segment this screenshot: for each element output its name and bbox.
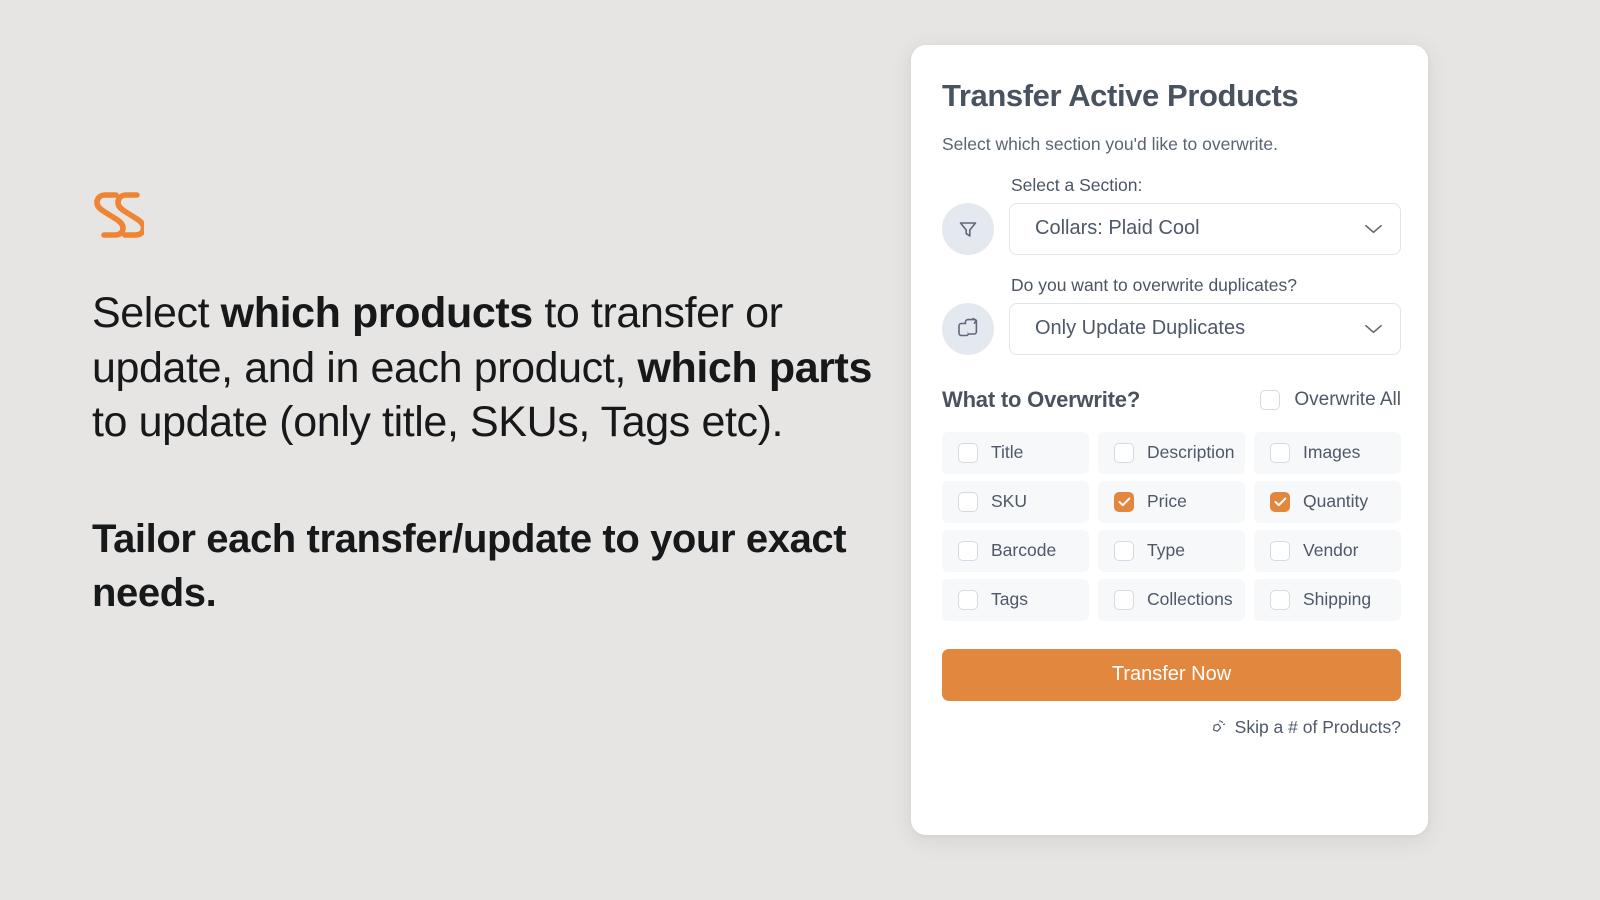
section-field-block: Select a Section: Collars: Plaid Cool [942, 175, 1401, 255]
overwrite-option-cell[interactable]: Type [1098, 529, 1245, 572]
skip-products-link[interactable]: Skip a # of Products? [942, 717, 1401, 738]
double-s-logo-icon [94, 192, 144, 238]
overwrite-options-grid: Title Description Images SKU Price Quantity Ba… [942, 431, 1401, 621]
marketing-headline: Select which products to transfer or upd… [92, 286, 882, 450]
check-icon [1274, 497, 1286, 506]
marketing-panel: Select which products to transfer or upd… [92, 190, 882, 620]
overwrite-option-checkbox[interactable] [1114, 491, 1134, 512]
overwrite-option-checkbox[interactable] [1270, 442, 1290, 463]
section-select[interactable]: Collars: Plaid Cool [1009, 202, 1401, 255]
marketing-subline: Tailor each transfer/update to your exac… [92, 516, 847, 615]
funnel-filter-icon [942, 202, 994, 255]
duplicates-field-block: Do you want to overwrite duplicates? Onl… [942, 275, 1401, 355]
overwrite-option-label: Images [1303, 442, 1361, 463]
duplicates-field-label: Do you want to overwrite duplicates? [1011, 274, 1297, 295]
headline-bold-1: which products [220, 289, 534, 337]
overwrite-option-cell[interactable]: Description [1098, 431, 1245, 474]
sparkle-star-icon [1212, 719, 1225, 732]
overwrite-option-checkbox[interactable] [1270, 589, 1290, 610]
overwrite-option-cell[interactable]: Title [942, 431, 1089, 474]
overwrite-option-label: Tags [991, 589, 1028, 610]
headline-bold-2: which parts [637, 343, 872, 392]
overwrite-option-label: Barcode [991, 540, 1057, 561]
overwrite-option-cell[interactable]: Images [1254, 431, 1401, 474]
overwrite-option-label: Vendor [1303, 540, 1359, 561]
overwrite-option-checkbox[interactable] [1114, 442, 1134, 463]
overwrite-option-checkbox[interactable] [1114, 540, 1134, 561]
page-root: Select which products to transfer or upd… [0, 0, 1600, 900]
card-subtitle: Select which section you'd like to overw… [942, 133, 1278, 154]
overwrite-option-cell[interactable]: Collections [1098, 578, 1245, 621]
duplicates-select[interactable]: Only Update Duplicates [1009, 302, 1401, 355]
overwrite-header: What to Overwrite? Overwrite All [942, 387, 1401, 413]
section-field-label: Select a Section: [1011, 174, 1143, 195]
skip-products-label: Skip a # of Products? [1234, 716, 1401, 737]
check-icon [1118, 497, 1130, 506]
overwrite-option-checkbox[interactable] [1270, 540, 1290, 561]
overwrite-option-label: SKU [991, 491, 1027, 512]
headline-text-1: Select [92, 289, 221, 337]
overwrite-option-label: Quantity [1303, 491, 1369, 512]
overwrite-option-label: Type [1147, 540, 1185, 561]
transfer-now-button[interactable]: Transfer Now [942, 648, 1401, 701]
overwrite-option-checkbox[interactable] [958, 540, 978, 561]
overwrite-option-label: Description [1147, 442, 1235, 463]
overwrite-option-cell[interactable]: Barcode [942, 529, 1089, 572]
overwrite-all-checkbox[interactable] [1260, 389, 1281, 410]
overwrite-option-label: Title [991, 442, 1024, 463]
headline-text-3: to update (only title, SKUs, Tags etc). [92, 398, 784, 447]
overwrite-option-checkbox[interactable] [1270, 491, 1290, 512]
overwrite-option-label: Price [1147, 491, 1187, 512]
duplicate-copy-icon [942, 302, 994, 355]
overwrite-option-checkbox[interactable] [958, 442, 978, 463]
overwrite-all-toggle[interactable]: Overwrite All [1260, 389, 1401, 411]
overwrite-option-checkbox[interactable] [958, 491, 978, 512]
card-title: Transfer Active Products [942, 78, 1299, 113]
overwrite-option-cell[interactable]: Vendor [1254, 529, 1401, 572]
overwrite-option-cell[interactable]: Shipping [1254, 578, 1401, 621]
overwrite-option-cell[interactable]: SKU [942, 480, 1089, 523]
chevron-down-icon [1365, 224, 1382, 233]
overwrite-option-cell[interactable]: Tags [942, 578, 1089, 621]
section-field-row: Collars: Plaid Cool [942, 202, 1401, 255]
duplicates-select-value: Only Update Duplicates [1035, 317, 1246, 340]
overwrite-all-label: Overwrite All [1294, 388, 1401, 410]
overwrite-option-label: Shipping [1303, 589, 1372, 610]
overwrite-option-label: Collections [1147, 589, 1233, 610]
transfer-products-card: Transfer Active Products Select which se… [911, 45, 1428, 835]
chevron-down-icon [1365, 324, 1382, 333]
overwrite-option-checkbox[interactable] [1114, 589, 1134, 610]
overwrite-heading: What to Overwrite? [942, 386, 1141, 412]
section-select-value: Collars: Plaid Cool [1035, 217, 1200, 240]
overwrite-option-checkbox[interactable] [958, 589, 978, 610]
duplicates-field-row: Only Update Duplicates [942, 302, 1401, 355]
overwrite-option-cell[interactable]: Price [1098, 480, 1245, 523]
overwrite-option-cell[interactable]: Quantity [1254, 480, 1401, 523]
